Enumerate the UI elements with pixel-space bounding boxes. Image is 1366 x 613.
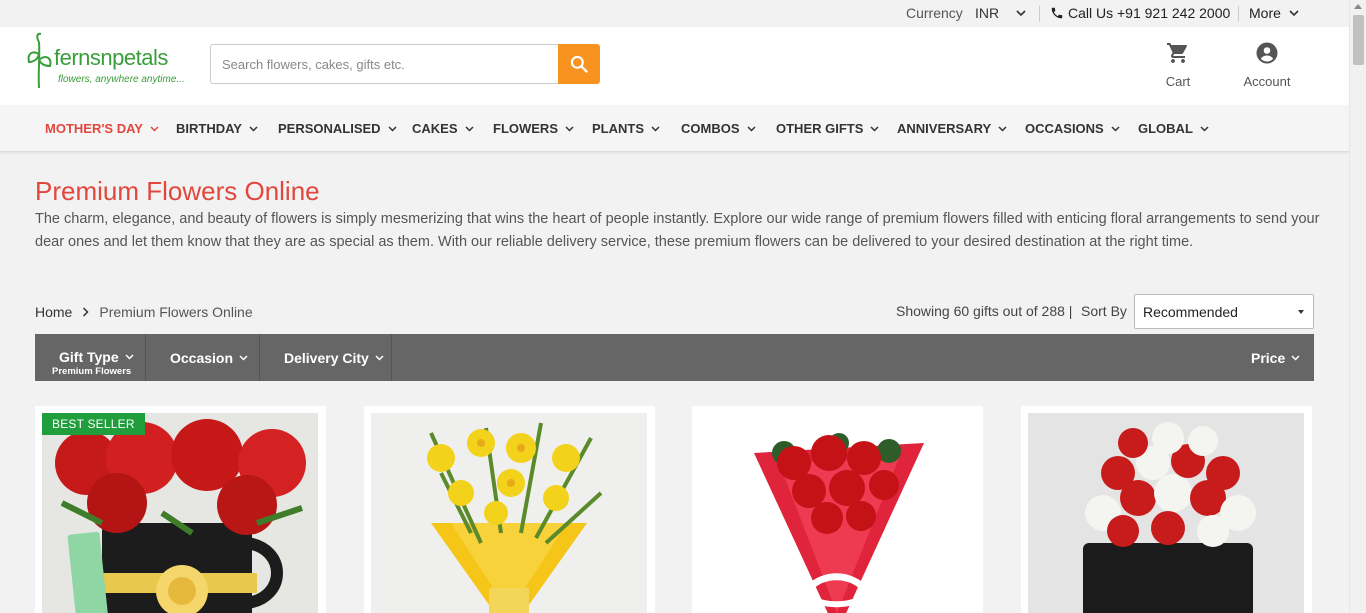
nav-item-cakes[interactable]: CAKES	[412, 121, 474, 136]
search-icon	[570, 55, 588, 73]
search-input[interactable]	[210, 44, 559, 84]
chevron-down-icon	[870, 125, 879, 132]
nav-item-combos[interactable]: COMBOS	[681, 121, 756, 136]
nav-item-label: ANNIVERSARY	[897, 121, 992, 136]
chevron-down-icon	[651, 125, 660, 132]
account-label: Account	[1243, 74, 1291, 89]
filter-selected-value: Premium Flowers	[52, 366, 132, 377]
site-logo[interactable]: fernsnpetals flowers, anywhere anytime..…	[24, 30, 194, 90]
product-image[interactable]	[1028, 413, 1304, 613]
chevron-down-icon	[150, 125, 159, 132]
chevron-down-icon	[239, 355, 248, 361]
nav-item-label: PLANTS	[592, 121, 644, 136]
top-utility-bar: Currency INR Call Us +91 921 242 2000 Mo…	[0, 0, 1349, 27]
product-card[interactable]	[692, 406, 983, 613]
search-button[interactable]	[558, 44, 600, 84]
filter-label: Gift Type	[59, 349, 119, 365]
currency-select[interactable]: INR	[975, 5, 999, 21]
logo-tagline: flowers, anywhere anytime...	[58, 74, 185, 85]
filter-occasion[interactable]: Occasion	[146, 334, 260, 381]
nav-item-birthday[interactable]: BIRTHDAY	[176, 121, 258, 136]
account-button[interactable]: Account	[1236, 41, 1298, 89]
chevron-down-icon	[464, 125, 474, 132]
product-card[interactable]	[1021, 406, 1312, 613]
nav-item-plants[interactable]: PLANTS	[592, 121, 660, 136]
chevron-down-icon[interactable]	[1288, 6, 1300, 22]
breadcrumb: Home Premium Flowers Online	[35, 304, 253, 320]
chevron-down-icon	[998, 125, 1007, 132]
filter-label: Occasion	[170, 350, 234, 366]
filter-delivery-city[interactable]: Delivery City	[260, 334, 392, 381]
chevron-down-icon	[125, 354, 134, 360]
chevron-down-icon	[746, 125, 756, 132]
nav-item-label: MOTHER'S DAY	[45, 121, 143, 136]
chevron-right-icon	[83, 307, 89, 317]
scrollbar-thumb[interactable]	[1353, 15, 1364, 65]
chevron-down-icon	[565, 125, 574, 132]
site-header: fernsnpetals flowers, anywhere anytime..…	[0, 27, 1349, 105]
nav-item-label: BIRTHDAY	[176, 121, 242, 136]
caret-down-icon	[1298, 310, 1304, 314]
filter-bar: Gift Type Premium Flowers Occasion Deliv…	[35, 334, 1314, 381]
chevron-down-icon	[1200, 125, 1209, 132]
nav-item-flowers[interactable]: FLOWERS	[493, 121, 574, 136]
filter-label: Delivery City	[284, 350, 369, 366]
sort-select[interactable]: Recommended	[1134, 294, 1314, 329]
logo-wordmark: fernsnpetals	[54, 45, 168, 70]
phone-icon	[1050, 6, 1064, 23]
filter-label: Price	[1251, 350, 1286, 366]
results-count: Showing 60 gifts out of 288 |	[896, 303, 1073, 319]
product-image[interactable]	[699, 413, 975, 613]
nav-item-mothers-day[interactable]: MOTHER'S DAY	[45, 121, 159, 136]
nav-item-personalised[interactable]: PERSONALISED	[278, 121, 397, 136]
nav-item-occasions[interactable]: OCCASIONS	[1025, 121, 1120, 136]
cart-icon	[1167, 43, 1187, 63]
filter-gift-type[interactable]: Gift Type Premium Flowers	[35, 334, 146, 381]
nav-item-global[interactable]: GLOBAL	[1138, 121, 1209, 136]
breadcrumb-home-link[interactable]: Home	[35, 304, 72, 320]
nav-item-label: CAKES	[412, 121, 458, 136]
scroll-up-icon[interactable]	[1354, 4, 1362, 9]
page-scrollbar[interactable]	[1349, 0, 1366, 613]
cart-label: Cart	[1165, 74, 1191, 89]
main-nav: MOTHER'S DAY BIRTHDAY PERSONALISED CAKES…	[0, 105, 1349, 152]
chevron-down-icon	[388, 125, 397, 132]
currency-label: Currency	[906, 5, 963, 21]
page-title: Premium Flowers Online	[35, 176, 320, 206]
nav-item-other-gifts[interactable]: OTHER GIFTS	[776, 121, 879, 136]
page-description: The charm, elegance, and beauty of flowe…	[35, 211, 1320, 250]
product-image[interactable]	[371, 413, 647, 613]
nav-item-label: OTHER GIFTS	[776, 121, 864, 136]
best-seller-badge: BEST SELLER	[42, 413, 145, 435]
chevron-down-icon	[375, 355, 384, 361]
chevron-down-icon[interactable]	[1015, 6, 1027, 22]
more-menu[interactable]: More	[1249, 5, 1281, 21]
nav-item-label: FLOWERS	[493, 121, 558, 136]
breadcrumb-current: Premium Flowers Online	[99, 304, 253, 320]
sort-value: Recommended	[1143, 304, 1238, 320]
nav-item-label: PERSONALISED	[278, 121, 381, 136]
nav-item-label: COMBOS	[681, 121, 740, 136]
divider	[1238, 6, 1239, 22]
product-card[interactable]	[35, 406, 326, 613]
chevron-down-icon	[249, 125, 258, 132]
logo-leaf-icon	[27, 32, 52, 89]
product-image[interactable]	[42, 413, 318, 613]
nav-item-label: GLOBAL	[1138, 121, 1193, 136]
call-us-link[interactable]: Call Us +91 921 242 2000	[1068, 5, 1230, 21]
nav-item-label: OCCASIONS	[1025, 121, 1104, 136]
product-card[interactable]	[364, 406, 655, 613]
chevron-down-icon	[1291, 355, 1300, 361]
filter-price[interactable]: Price	[1230, 334, 1314, 381]
account-icon	[1256, 42, 1278, 64]
chevron-down-icon	[1111, 125, 1120, 132]
nav-item-anniversary[interactable]: ANNIVERSARY	[897, 121, 1007, 136]
divider	[1039, 6, 1040, 22]
cart-button[interactable]: Cart	[1160, 41, 1196, 89]
sort-label: Sort By	[1081, 303, 1127, 319]
